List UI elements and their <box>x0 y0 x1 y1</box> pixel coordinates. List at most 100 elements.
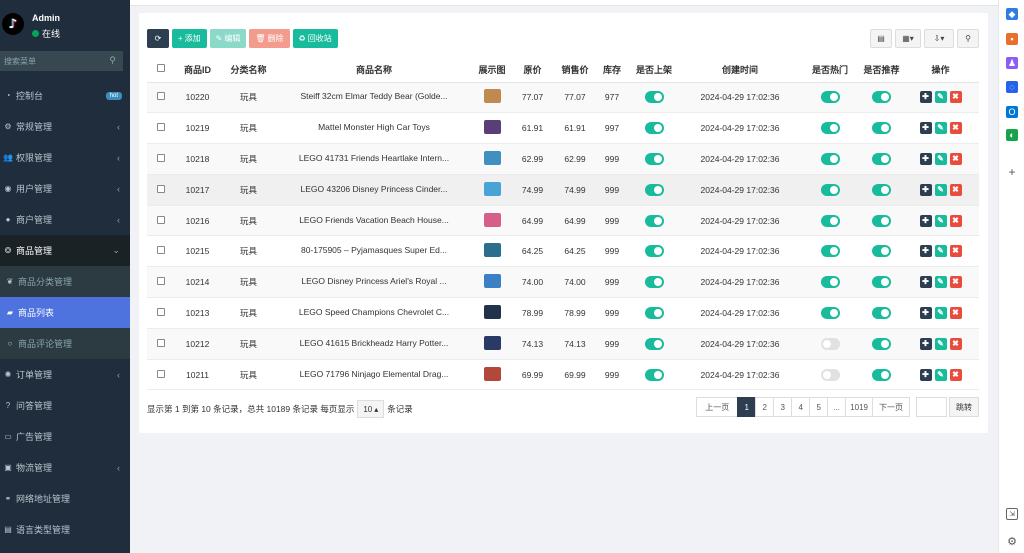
columns-button[interactable]: ▦▾ <box>895 29 921 48</box>
delete-trash-icon[interactable]: ✖ <box>949 306 962 319</box>
drag-move-icon[interactable]: ✚ <box>919 337 932 350</box>
table-view-button[interactable]: ▤ <box>870 29 892 48</box>
row-checkbox[interactable] <box>156 184 165 193</box>
delete-trash-icon[interactable]: ✖ <box>949 245 962 258</box>
hot-toggle[interactable] <box>820 245 840 258</box>
recycle-bin-button[interactable]: ♻ 回收站 <box>292 29 338 48</box>
delete-trash-icon[interactable]: ✖ <box>949 276 962 289</box>
page-button[interactable]: 1 <box>737 397 757 417</box>
header-image[interactable]: 展示图 <box>472 57 512 83</box>
screenshot-icon[interactable]: ⇲ <box>1006 508 1018 520</box>
header-on-shelf[interactable]: 是否上架 <box>627 57 681 83</box>
page-button[interactable]: 1019 <box>845 397 873 417</box>
delete-button[interactable]: 🗑 删除 <box>249 29 290 48</box>
product-thumbnail[interactable] <box>483 335 501 350</box>
submenu-item-product-list[interactable]: ▰ 商品列表 <box>0 297 130 328</box>
product-thumbnail[interactable] <box>483 120 501 135</box>
row-checkbox[interactable] <box>156 153 165 162</box>
hot-toggle[interactable] <box>820 306 840 319</box>
row-checkbox[interactable] <box>156 123 165 132</box>
header-sale-price[interactable]: 销售价 <box>553 57 597 83</box>
row-checkbox[interactable] <box>156 369 165 378</box>
settings-gear-icon[interactable]: ⚙ <box>1006 535 1018 548</box>
drag-move-icon[interactable]: ✚ <box>919 245 932 258</box>
row-checkbox[interactable] <box>156 246 165 255</box>
row-checkbox[interactable] <box>156 92 165 101</box>
phone-icon[interactable]: ◐ <box>1006 129 1018 141</box>
row-checkbox[interactable] <box>156 307 165 316</box>
row-checkbox[interactable] <box>156 338 165 347</box>
hot-toggle[interactable] <box>820 91 840 104</box>
on-shelf-toggle[interactable] <box>644 183 664 196</box>
menu-item-logistics[interactable]: ▣ 物流管理 ‹ <box>0 452 130 483</box>
menu-item-dashboard[interactable]: ◔ 控制台 hot <box>0 80 130 111</box>
recommend-toggle[interactable] <box>872 91 891 104</box>
menu-item-network[interactable]: ⚭ 网络地址管理 <box>0 483 130 514</box>
header-stock[interactable]: 库存 <box>597 57 627 83</box>
menu-item-permission[interactable]: 👥 权限管理 ‹ <box>0 142 130 173</box>
header-recommend[interactable]: 是否推荐 <box>861 57 902 83</box>
table-row[interactable]: 10212 玩具 LEGO 41615 Brickheadz Harry Potte… <box>147 328 979 360</box>
product-thumbnail[interactable] <box>483 366 501 381</box>
product-thumbnail[interactable] <box>483 89 501 104</box>
page-size-select[interactable]: 10 ▴ <box>357 400 385 418</box>
header-category[interactable]: 分类名称 <box>221 57 276 83</box>
table-row[interactable]: 10211 玩具 LEGO 71796 Ninjago Elemental Drag… <box>147 359 979 391</box>
product-thumbnail[interactable] <box>483 304 501 319</box>
tag-icon[interactable]: ◆ <box>1006 8 1018 20</box>
delete-trash-icon[interactable]: ✖ <box>949 152 962 165</box>
table-row[interactable]: 10216 玩具 LEGO Friends Vacation Beach House… <box>147 205 979 237</box>
on-shelf-toggle[interactable] <box>644 214 664 227</box>
edit-pencil-icon[interactable]: ✎ <box>934 245 947 258</box>
edit-pencil-icon[interactable]: ✎ <box>934 152 947 165</box>
table-row[interactable]: 10220 玩具 Steiff 32cm Elmar Teddy Bear (Gol… <box>147 82 979 114</box>
edit-pencil-icon[interactable]: ✎ <box>934 368 947 381</box>
on-shelf-toggle[interactable] <box>644 152 664 165</box>
table-row[interactable]: 10215 玩具 80-175905 – Pyjamasques Super Ed.… <box>147 235 979 268</box>
add-icon[interactable]: + <box>1006 165 1018 179</box>
jump-page-input[interactable] <box>916 397 947 417</box>
edit-pencil-icon[interactable]: ✎ <box>934 276 947 289</box>
edit-pencil-icon[interactable]: ✎ <box>934 337 947 350</box>
drag-move-icon[interactable]: ✚ <box>919 122 932 135</box>
outlook-icon[interactable]: O <box>1006 106 1018 118</box>
product-thumbnail[interactable] <box>483 150 501 165</box>
delete-trash-icon[interactable]: ✖ <box>949 214 962 227</box>
delete-trash-icon[interactable]: ✖ <box>949 368 962 381</box>
recommend-toggle[interactable] <box>872 122 891 135</box>
menu-item-product[interactable]: ❂ 商品管理 ⌄ <box>0 235 130 266</box>
hot-toggle[interactable] <box>820 122 840 135</box>
hot-toggle[interactable] <box>820 214 840 227</box>
recommend-toggle[interactable] <box>872 152 891 165</box>
page-button[interactable]: 2 <box>755 397 775 417</box>
bubble-icon[interactable]: ◌ <box>1006 81 1018 93</box>
on-shelf-toggle[interactable] <box>644 122 664 135</box>
drag-move-icon[interactable]: ✚ <box>919 152 932 165</box>
edit-button[interactable]: ✎ 编辑 <box>209 29 247 48</box>
on-shelf-toggle[interactable] <box>644 91 664 104</box>
drag-move-icon[interactable]: ✚ <box>919 368 932 381</box>
briefcase-icon[interactable]: ▪ <box>1006 33 1018 45</box>
next-page-button[interactable]: 下一页 <box>872 397 910 417</box>
menu-item-merchant[interactable]: ● 商户管理 ‹ <box>0 204 130 235</box>
table-row[interactable]: 10214 玩具 LEGO Disney Princess Ariel's Roya… <box>147 266 979 299</box>
edit-pencil-icon[interactable]: ✎ <box>934 214 947 227</box>
menu-item-ad[interactable]: ▭ 广告管理 <box>0 421 130 452</box>
recommend-toggle[interactable] <box>872 276 891 289</box>
menu-item-qa[interactable]: ? 问答管理 <box>0 390 130 421</box>
drag-move-icon[interactable]: ✚ <box>919 183 932 196</box>
edit-pencil-icon[interactable]: ✎ <box>934 122 947 135</box>
recommend-toggle[interactable] <box>872 183 891 196</box>
refresh-button[interactable]: ⟳ <box>147 29 169 48</box>
hot-toggle[interactable] <box>820 337 840 350</box>
delete-trash-icon[interactable]: ✖ <box>949 91 962 104</box>
recommend-toggle[interactable] <box>872 306 891 319</box>
search-toggle-button[interactable]: ⚲ <box>957 29 979 48</box>
hot-toggle[interactable] <box>820 368 840 381</box>
search-icon[interactable]: ⚲ <box>109 55 116 66</box>
drag-move-icon[interactable]: ✚ <box>919 91 932 104</box>
on-shelf-toggle[interactable] <box>644 306 664 319</box>
table-row[interactable]: 10218 玩具 LEGO 41731 Friends Heartlake Inte… <box>147 143 979 175</box>
prev-page-button[interactable]: 上一页 <box>696 397 739 417</box>
drag-move-icon[interactable]: ✚ <box>919 214 932 227</box>
